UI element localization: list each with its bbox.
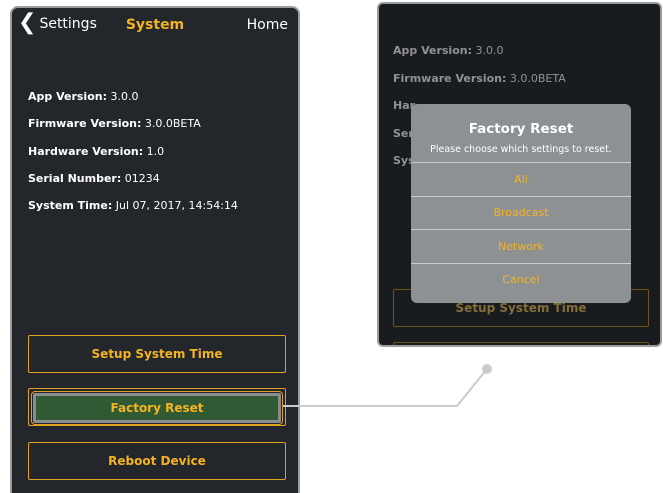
info-value: 1.0 [146,144,165,158]
factory-reset-button[interactable]: Factory Reset [31,391,283,425]
home-button[interactable]: Home [247,17,288,33]
reboot-device-button[interactable]: Reboot Device [28,442,286,480]
factory-reset-dialog: Factory Reset Please choose which settin… [411,104,631,303]
info-value: 3.0.0BETA [144,117,201,131]
info-row-system-time: System Time: Jul 07, 2017, 14:54:14 [28,199,238,226]
info-label: Hardware Version: [28,144,144,158]
setup-system-time-button[interactable]: Setup System Time [28,335,286,373]
reset-all-option[interactable]: All [411,162,631,196]
dialog-title: Factory Reset [468,121,574,137]
cancel-option[interactable]: Cancel [411,262,631,297]
reset-network-option[interactable]: Network [411,229,631,263]
info-label: Serial Number: [28,171,122,185]
info-row-hardware-version: Hardware Version: 1.0 [28,145,238,172]
system-screen: ❮ Settings System Home App Version: 3.0.… [10,6,300,493]
info-value: 01234 [124,171,160,185]
info-row-firmware-version: Firmware Version: 3.0.0BETA [28,117,238,144]
info-label: App Version: [28,90,107,103]
dialog-message: Please choose which settings to reset. [430,144,612,155]
reset-broadcast-option[interactable]: Broadcast [411,195,631,230]
system-info: App Version: 3.0.0 Firmware Version: 3.0… [28,90,238,226]
info-value: Jul 07, 2017, 14:54:14 [115,199,238,213]
navbar: ❮ Settings System Home [12,8,298,44]
info-label: System Time: [28,199,113,213]
info-value: 3.0.0 [110,90,139,103]
info-label: Firmware Version: [28,117,142,131]
info-row-serial-number: Serial Number: 01234 [28,172,238,199]
info-row-app-version: App Version: 3.0.0 [28,90,238,117]
zoom-screen: App Version: 3.0.0 Firmware Version: 3.0… [377,2,662,347]
